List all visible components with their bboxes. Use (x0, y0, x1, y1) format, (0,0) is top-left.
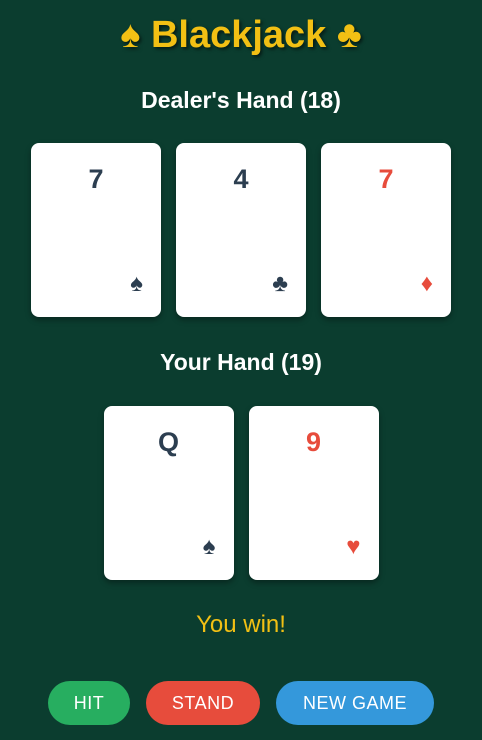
diamond-suit-icon: ♦ (420, 270, 433, 297)
title-text: Blackjack (150, 14, 327, 56)
player-hand-label: Your Hand (19) (160, 349, 322, 375)
card-rank: 4 (233, 164, 249, 194)
card-rank: 7 (378, 164, 394, 194)
dealer-card: 7 ♠ (31, 143, 161, 317)
heart-suit-icon: ♥ (346, 533, 361, 560)
dealer-card: 4 ♣ (176, 143, 306, 317)
player-hand: Q ♠ 9 ♥ (0, 406, 482, 580)
new-game-button[interactable]: NEW GAME (276, 681, 434, 725)
card-rank: Q (157, 427, 179, 457)
player-card: 9 ♥ (248, 406, 379, 580)
card-rank: 9 (305, 427, 322, 457)
club-icon: ♣ (336, 14, 362, 56)
game-title: ♠ Blackjack ♣ (0, 12, 482, 58)
spade-icon: ♠ (120, 14, 141, 56)
spade-suit-icon: ♠ (202, 533, 216, 560)
player-card: Q ♠ (103, 406, 234, 580)
club-suit-icon: ♣ (272, 270, 288, 297)
dealer-hand-label: Dealer's Hand (18) (141, 87, 341, 113)
hit-button[interactable]: HIT (48, 681, 130, 725)
game-controls: HIT STAND NEW GAME (0, 681, 482, 725)
result-message: You win! (196, 611, 286, 638)
card-rank: 7 (88, 164, 104, 194)
spade-suit-icon: ♠ (130, 270, 143, 297)
dealer-hand: 7 ♠ 4 ♣ 7 ♦ (0, 143, 482, 317)
dealer-card: 7 ♦ (321, 143, 451, 317)
stand-button[interactable]: STAND (146, 681, 260, 725)
